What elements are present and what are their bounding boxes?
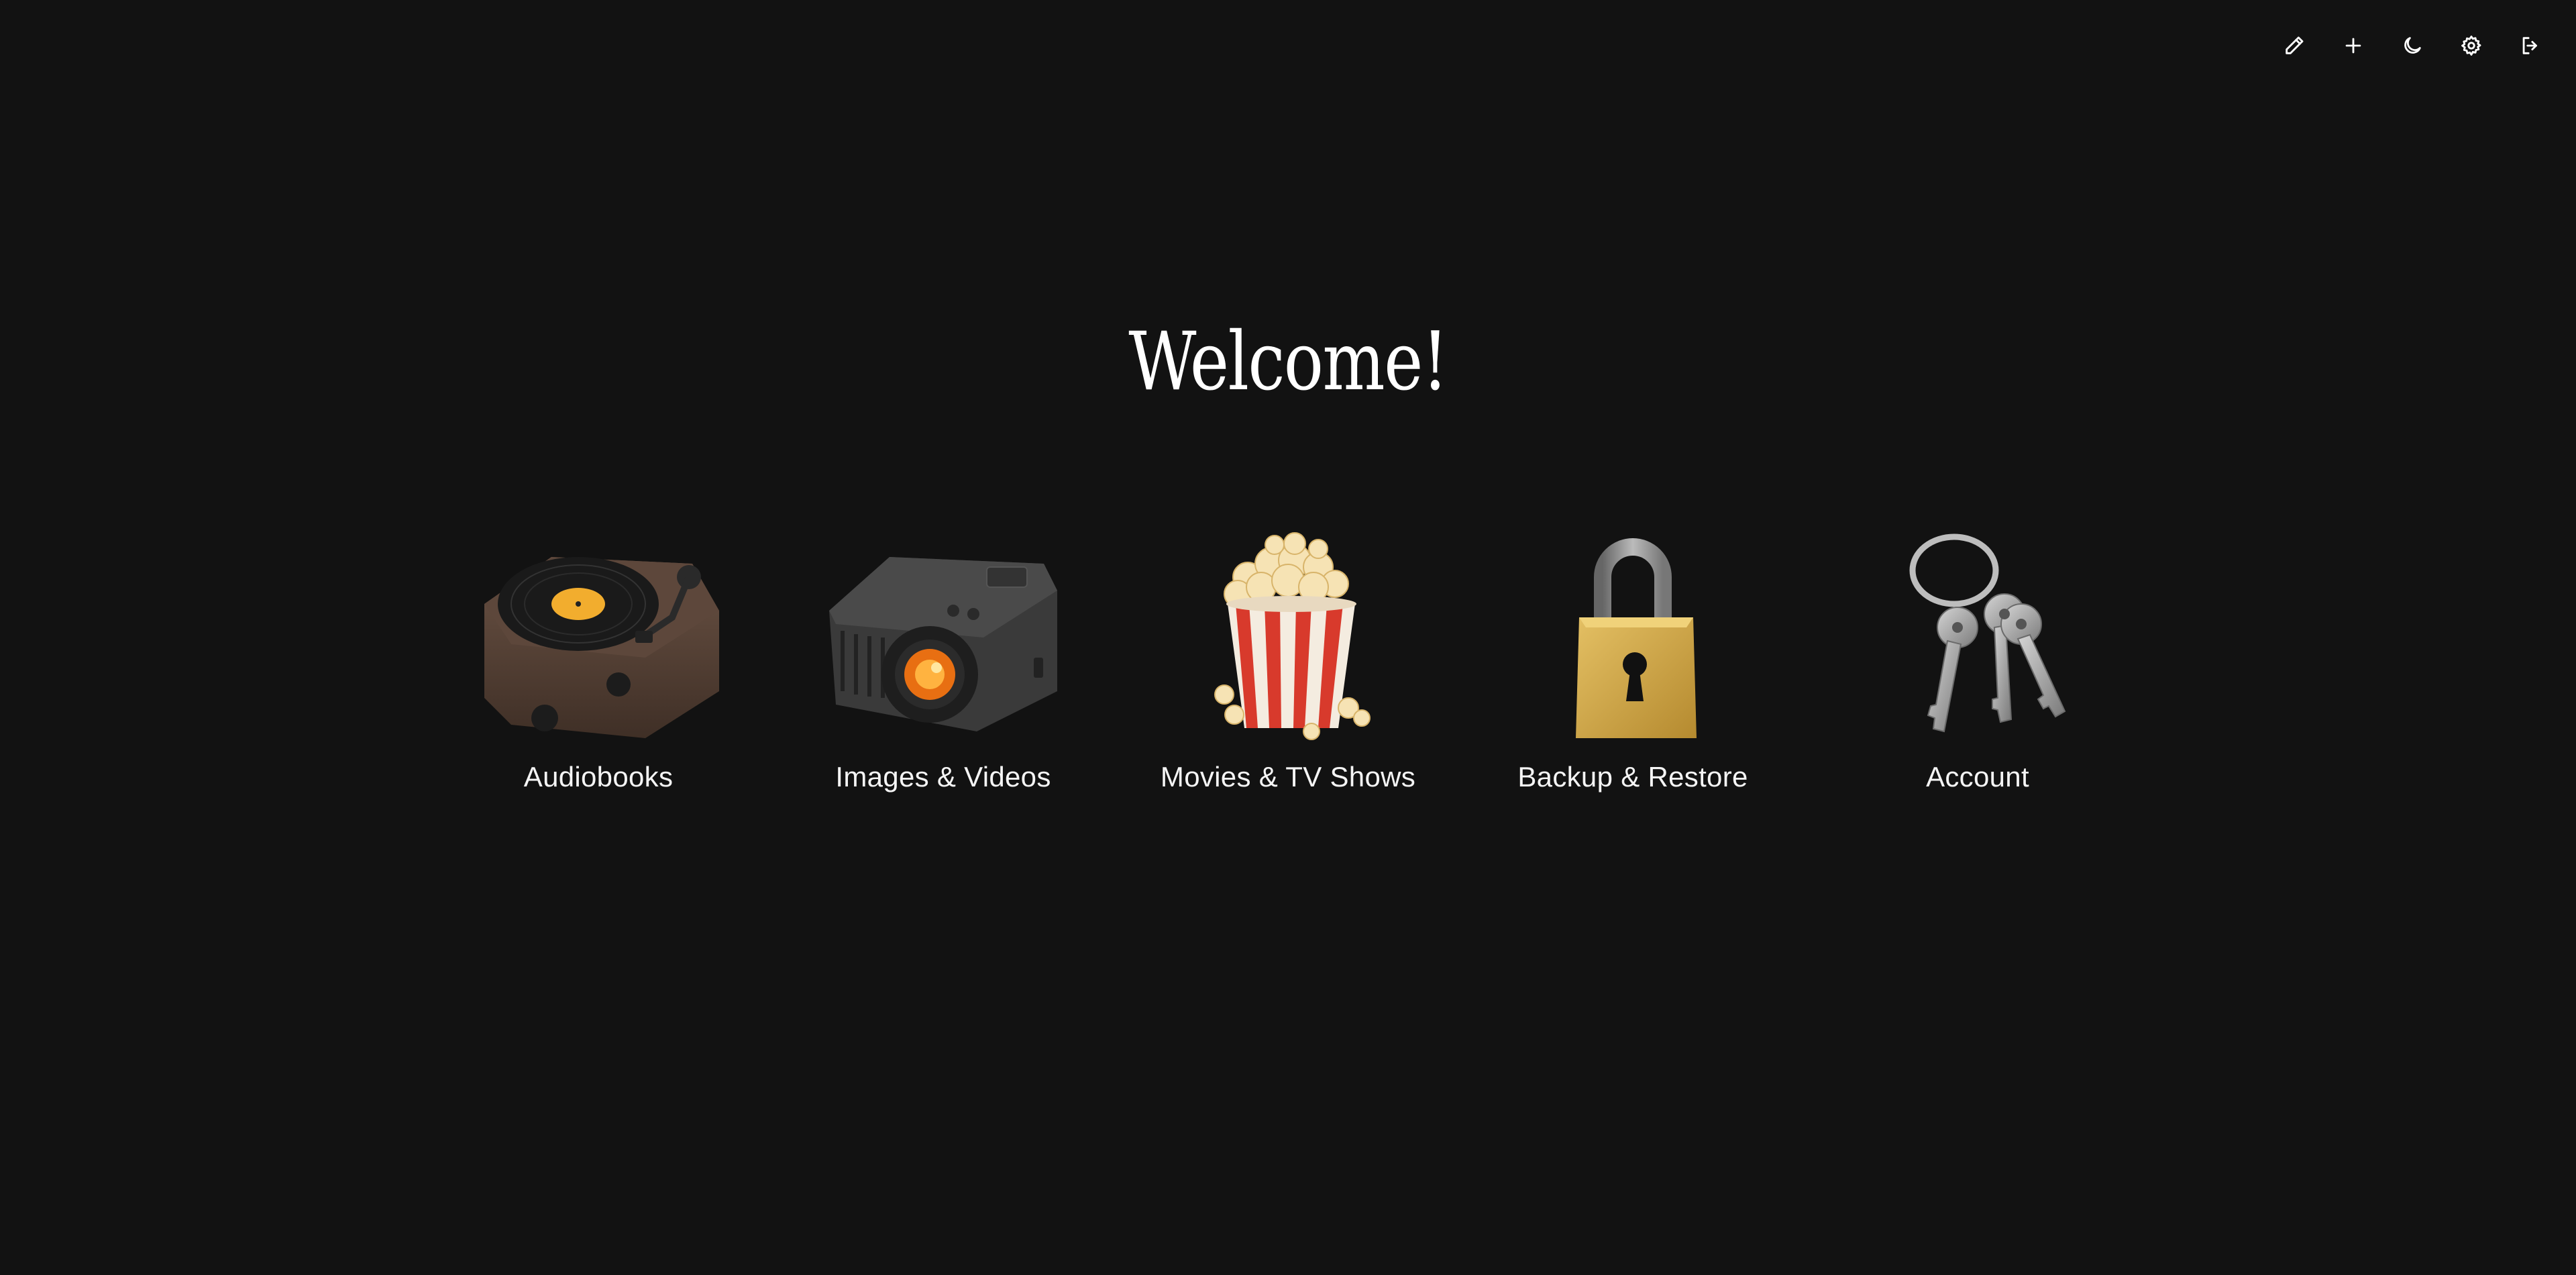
settings-button[interactable] [2455,30,2487,62]
edit-button[interactable] [2278,30,2310,62]
tile-label: Backup & Restore [1517,761,1748,793]
popcorn-icon [1214,532,1371,740]
tile-label: Audiobooks [523,761,674,793]
turntable-icon [484,557,719,738]
plus-icon [2345,38,2361,54]
logout-icon [2522,37,2537,54]
page-title: Welcome! [1128,315,1448,409]
tile-audiobooks[interactable]: Audiobooks [426,530,771,819]
tile-label: Movies & TV Shows [1160,761,1416,793]
padlock-icon [1576,538,1697,738]
logout-button[interactable] [2514,30,2546,62]
add-button[interactable] [2337,30,2369,62]
theme-toggle-button[interactable] [2396,30,2428,62]
tile-movies-tv[interactable]: Movies & TV Shows [1116,530,1460,819]
moon-icon [2404,37,2421,54]
toolbar [2278,30,2546,62]
tile-images-videos[interactable]: Images & Videos [771,530,1116,819]
tile-backup-restore[interactable]: Backup & Restore [1460,530,1805,819]
tile-account[interactable]: Account [1805,530,2150,819]
tile-label: Images & Videos [835,761,1051,793]
app-tiles: Audiobooks Images & Videos Movies & TV S… [426,530,2150,825]
tile-label: Account [1926,761,2029,793]
gear-icon [2461,36,2481,56]
pencil-icon [2286,36,2304,54]
keys-icon [1909,533,2066,733]
projector-icon [829,557,1057,731]
